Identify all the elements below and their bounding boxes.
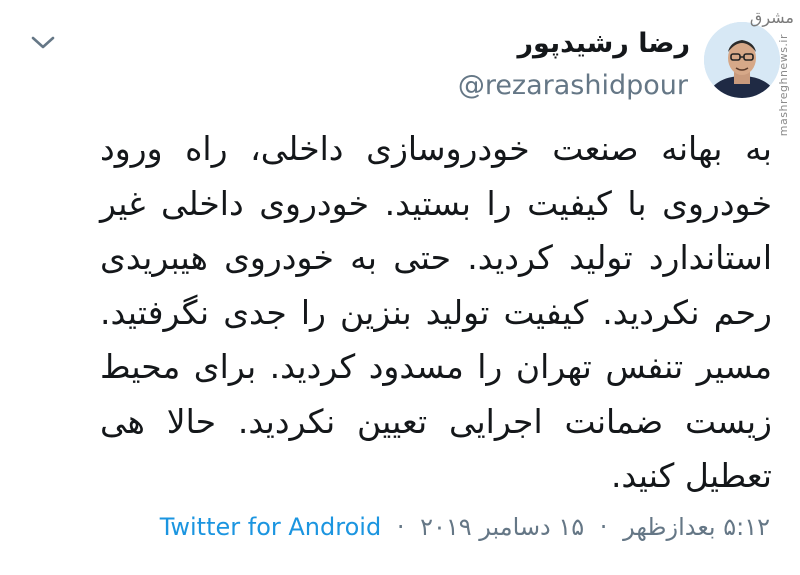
tweet-line: تعطیل کنید. (610, 456, 772, 495)
tweet-card: رضا رشیدپور @rezarashidpour به بهانه صنع… (0, 0, 800, 575)
tweet-line: رحم نکردید. کیفیت تولید بنزین را جدی نگر… (100, 292, 772, 332)
tweet-time[interactable]: ۵:۱۲ بعدازظهر (623, 513, 770, 541)
watermark-logo: مشرق (749, 8, 794, 27)
chevron-down-icon[interactable] (30, 32, 56, 52)
avatar-photo (704, 22, 780, 98)
watermark-site: mashreghnews.ir (777, 34, 790, 137)
tweet-text: به بهانه صنعت خودروسازی داخلی، راه ورود … (100, 122, 772, 504)
meta-separator: · (396, 513, 405, 541)
tweet-date[interactable]: ۱۵ دسامبر ۲۰۱۹ (420, 513, 584, 541)
tweet-line: مسیر تنفس تهران را مسدود کردید. برای محی… (100, 347, 772, 386)
author-name[interactable]: رضا رشیدپور (518, 28, 691, 59)
tweet-line: استاندارد تولید کردید. حتی به خودروی هیب… (100, 238, 772, 277)
tweet-line: به بهانه صنعت خودروسازی داخلی، راه ورود (100, 129, 772, 168)
tweet-line: خودروی با کیفیت را بستید. خودروی داخلی غ… (100, 183, 772, 223)
tweet-meta: Twitter for Android · ۱۵ دسامبر ۲۰۱۹ · ۵… (160, 513, 770, 541)
source-link[interactable]: Twitter for Android (160, 513, 381, 541)
tweet-line: زیست ضمانت اجرایی تعیین نکردید. حالا هی (100, 401, 772, 441)
avatar[interactable] (704, 22, 780, 98)
author-handle[interactable]: @rezarashidpour (458, 70, 688, 101)
meta-separator: · (599, 513, 608, 541)
